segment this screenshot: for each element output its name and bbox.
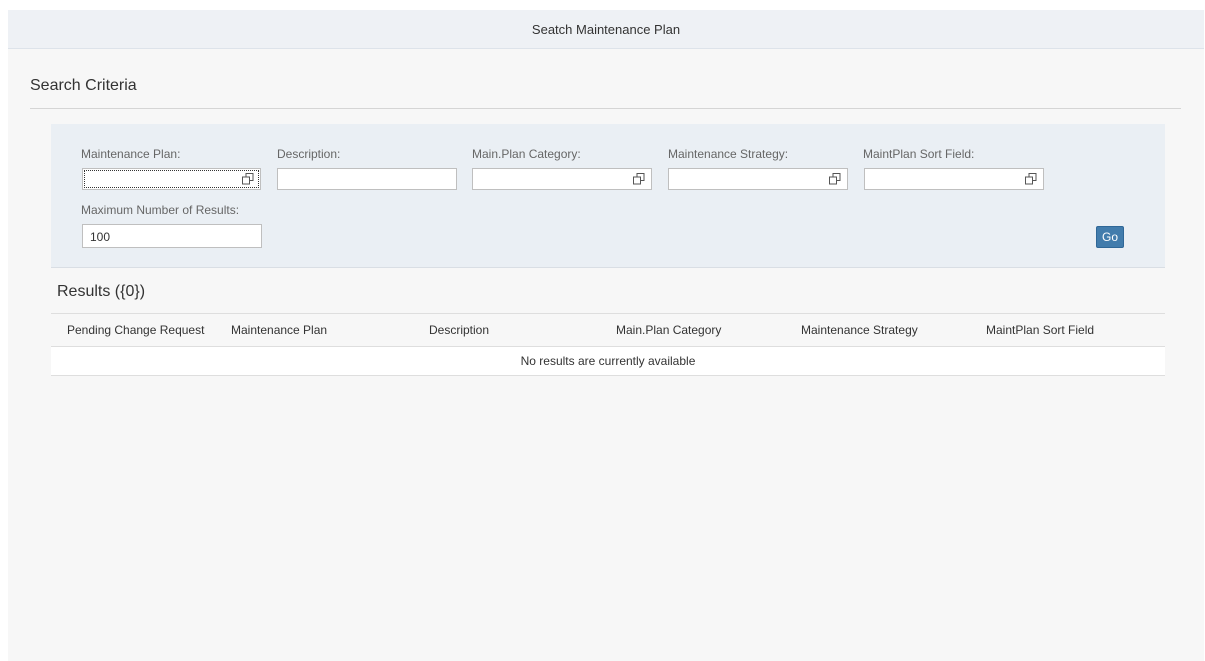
column-header-description[interactable]: Description bbox=[429, 323, 489, 337]
max-results-label: Maximum Number of Results: bbox=[81, 203, 240, 217]
description-input[interactable] bbox=[277, 168, 457, 190]
table-header: Pending Change Request Maintenance Plan … bbox=[51, 313, 1165, 347]
go-button[interactable]: Go bbox=[1096, 226, 1124, 248]
no-data-row: No results are currently available bbox=[51, 347, 1165, 376]
plan-category-input[interactable] bbox=[472, 168, 652, 190]
value-help-icon[interactable] bbox=[242, 173, 254, 185]
column-header-maintenance-strategy[interactable]: Maintenance Strategy bbox=[801, 323, 918, 337]
results-table: Pending Change Request Maintenance Plan … bbox=[51, 313, 1165, 376]
plan-category-label: Main.Plan Category: bbox=[472, 147, 581, 161]
value-help-icon[interactable] bbox=[829, 173, 841, 185]
maintenance-strategy-input[interactable] bbox=[668, 168, 848, 190]
section-divider bbox=[30, 108, 1181, 109]
value-help-icon[interactable] bbox=[633, 173, 645, 185]
no-data-text: No results are currently available bbox=[520, 354, 696, 368]
results-title: Results ({0}) bbox=[57, 283, 146, 300]
column-header-maintenance-plan[interactable]: Maintenance Plan bbox=[231, 323, 327, 337]
maintenance-plan-label: Maintenance Plan: bbox=[81, 147, 181, 161]
maintenance-plan-input[interactable] bbox=[82, 168, 261, 190]
column-header-sort-field[interactable]: MaintPlan Sort Field bbox=[986, 323, 1094, 337]
maintenance-strategy-label: Maintenance Strategy: bbox=[668, 147, 789, 161]
value-help-icon[interactable] bbox=[1025, 173, 1037, 185]
max-results-input[interactable]: 100 bbox=[82, 224, 262, 248]
search-criteria-title: Search Criteria bbox=[30, 77, 137, 94]
sort-field-input[interactable] bbox=[864, 168, 1044, 190]
column-header-pending-change-request[interactable]: Pending Change Request bbox=[67, 323, 204, 337]
description-label: Description: bbox=[277, 147, 341, 161]
app-window: Seatch Maintenance Plan Search Criteria … bbox=[8, 10, 1204, 661]
filter-bar: Maintenance Plan: Description: Main.Plan… bbox=[51, 124, 1165, 268]
page-title: Seatch Maintenance Plan bbox=[531, 21, 681, 37]
page-header: Seatch Maintenance Plan bbox=[8, 10, 1204, 49]
column-header-plan-category[interactable]: Main.Plan Category bbox=[616, 323, 721, 337]
sort-field-label: MaintPlan Sort Field: bbox=[863, 147, 975, 161]
